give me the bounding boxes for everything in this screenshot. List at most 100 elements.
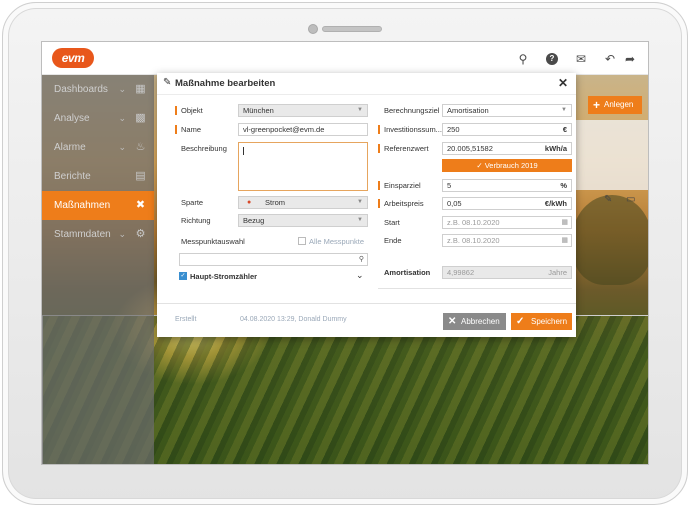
background-list-panel — [574, 120, 648, 190]
ende-placeholder: z.B. 08.10.2020 — [447, 236, 500, 245]
abbrechen-label: Abbrechen — [461, 317, 500, 326]
speichern-label: Speichern — [531, 317, 568, 326]
edit-icon[interactable]: ✎ — [604, 194, 616, 206]
haupt-stromzaehler-checkbox[interactable]: ✓ — [179, 272, 187, 280]
objekt-value: München — [243, 106, 274, 115]
help-icon[interactable]: ? — [544, 51, 560, 67]
camera-icon — [308, 24, 318, 34]
berechnungsziel-select[interactable]: Amortisation ▼ — [442, 104, 572, 117]
divider — [378, 288, 572, 289]
name-value: vl-greenpocket@evm.de — [243, 125, 325, 134]
sparte-value: Strom — [265, 198, 286, 207]
arbeitspreis-value: 0,05 — [447, 199, 462, 208]
sparte-label: Sparte — [181, 198, 204, 207]
chevron-down-icon[interactable]: ⌄ — [356, 270, 364, 281]
investitionssumme-label: Investitionssum... — [378, 125, 442, 134]
abbrechen-button[interactable]: ✕ Abbrechen — [443, 313, 506, 330]
undo-icon[interactable]: ↶ — [602, 51, 618, 67]
referenzwert-input[interactable]: 20.005,51582 kWh/a — [442, 142, 572, 155]
beschreibung-label: Beschreibung — [181, 144, 227, 153]
footer-divider — [157, 303, 576, 304]
name-input[interactable]: vl-greenpocket@evm.de — [238, 123, 368, 136]
investitionssumme-input[interactable]: 250 € — [442, 123, 572, 136]
grid-icon: ▦ — [135, 83, 146, 95]
caret-down-icon: ▼ — [561, 107, 567, 113]
search-icon[interactable]: ⚲ — [515, 51, 531, 67]
richtung-label: Richtung — [181, 216, 211, 225]
check-icon: ✓ — [516, 316, 525, 327]
berechnungsziel-label: Berechnungsziel — [384, 106, 440, 115]
einsparziel-value: 5 — [447, 181, 452, 190]
arbeitspreis-unit: €/kWh — [544, 199, 567, 208]
trash-icon[interactable]: ▭ — [626, 194, 638, 206]
calendar-icon: ▦ — [561, 219, 568, 226]
check-icon: ✓ — [476, 161, 485, 170]
sidebar-item-dashboards[interactable]: Dashboards ⌄ ▦ — [42, 75, 154, 104]
report-icon: ▤ — [135, 170, 146, 182]
edit-measure-dialog: ✎ Maßnahme bearbeiten ✕ Objekt München ▼… — [157, 73, 576, 337]
referenzwert-value: 20.005,51582 — [447, 144, 493, 153]
sidebar-item-label: Alarme — [54, 142, 86, 153]
chevron-down-icon: ⌄ — [118, 142, 126, 152]
sidebar-item-label: Berichte — [54, 171, 91, 182]
speaker-grille — [322, 26, 382, 32]
sidebar-item-label: Stammdaten — [54, 229, 111, 240]
caret-down-icon: ▼ — [357, 217, 363, 223]
speichern-button[interactable]: ✓ Speichern — [511, 313, 572, 330]
verbrauch-2019-button[interactable]: ✓ Verbrauch 2019 — [442, 159, 572, 172]
anlegen-button[interactable]: + Anlegen — [588, 96, 642, 114]
start-date-input[interactable]: z.B. 08.10.2020 ▦ — [442, 216, 572, 229]
evm-logo[interactable]: evm — [52, 48, 94, 68]
einsparziel-label: Einsparziel — [378, 181, 421, 190]
settings-user-icon: ⚙ — [135, 228, 146, 240]
dialog-title: Maßnahme bearbeiten — [175, 78, 276, 89]
close-icon[interactable]: ✕ — [558, 76, 568, 90]
mail-icon[interactable]: ✉ — [573, 51, 589, 67]
investition-value: 250 — [447, 125, 460, 134]
caret-down-icon: ▼ — [357, 199, 363, 205]
richtung-select[interactable]: Bezug ▼ — [238, 214, 368, 227]
bar-chart-icon: ▩ — [135, 112, 146, 124]
einsparziel-unit: % — [560, 181, 567, 190]
alle-messpunkte-checkbox[interactable] — [298, 237, 306, 245]
richtung-value: Bezug — [243, 216, 265, 225]
ende-date-input[interactable]: z.B. 08.10.2020 ▦ — [442, 234, 572, 247]
messpunkt-search-input[interactable]: ⚲ — [179, 253, 368, 266]
referenzwert-label: Referenzwert — [378, 144, 429, 153]
sidebar-item-stammdaten[interactable]: Stammdaten ⌄ ⚙ — [42, 220, 154, 249]
chevron-down-icon: ⌄ — [118, 113, 126, 123]
sidebar-item-label: Maßnahmen — [54, 200, 111, 211]
amortisation-unit: Jahre — [548, 268, 567, 277]
sidebar-item-berichte[interactable]: Berichte ▤ — [42, 162, 154, 191]
close-icon: ✕ — [448, 316, 457, 327]
pencil-icon: ✎ — [163, 77, 172, 88]
text-cursor — [243, 147, 244, 155]
sidebar-item-massnahmen[interactable]: Maßnahmen ✖ — [42, 191, 154, 220]
top-bar: evm ⚲ ? ✉ ↶ ➦ — [42, 42, 648, 75]
chevron-down-icon: ⌄ — [118, 84, 126, 94]
verbrauch-label: Verbrauch 2019 — [484, 161, 538, 170]
sidebar-item-analyse[interactable]: Analyse ⌄ ▩ — [42, 104, 154, 133]
name-label: Name — [175, 125, 201, 134]
sidebar-item-alarme[interactable]: Alarme ⌄ ♨ — [42, 133, 154, 162]
objekt-select[interactable]: München ▼ — [238, 104, 368, 117]
beschreibung-textarea[interactable] — [238, 142, 368, 191]
investition-unit: € — [562, 125, 567, 134]
tree-silhouette — [572, 195, 648, 285]
messpunktauswahl-label: Messpunktauswahl — [181, 237, 245, 246]
calendar-icon: ▦ — [561, 237, 568, 244]
caret-down-icon: ▼ — [357, 107, 363, 113]
anlegen-label: Anlegen — [604, 100, 634, 109]
sidebar: Dashboards ⌄ ▦ Analyse ⌄ ▩ Alarme ⌄ ♨ Be… — [42, 75, 154, 464]
arbeitspreis-input[interactable]: 0,05 €/kWh — [442, 197, 572, 210]
amortisation-label: Amortisation — [384, 268, 431, 277]
search-icon: ⚲ — [358, 256, 364, 263]
arbeitspreis-label: Arbeitspreis — [378, 199, 424, 208]
sidebar-item-label: Analyse — [54, 113, 90, 124]
tools-icon: ✖ — [135, 199, 146, 211]
sparte-select[interactable]: ● Strom ▼ — [238, 196, 368, 209]
alle-messpunkte-label: Alle Messpunkte — [309, 237, 365, 246]
ende-label: Ende — [384, 236, 402, 245]
logout-icon[interactable]: ➦ — [622, 51, 638, 67]
einsparziel-input[interactable]: 5 % — [442, 179, 572, 192]
